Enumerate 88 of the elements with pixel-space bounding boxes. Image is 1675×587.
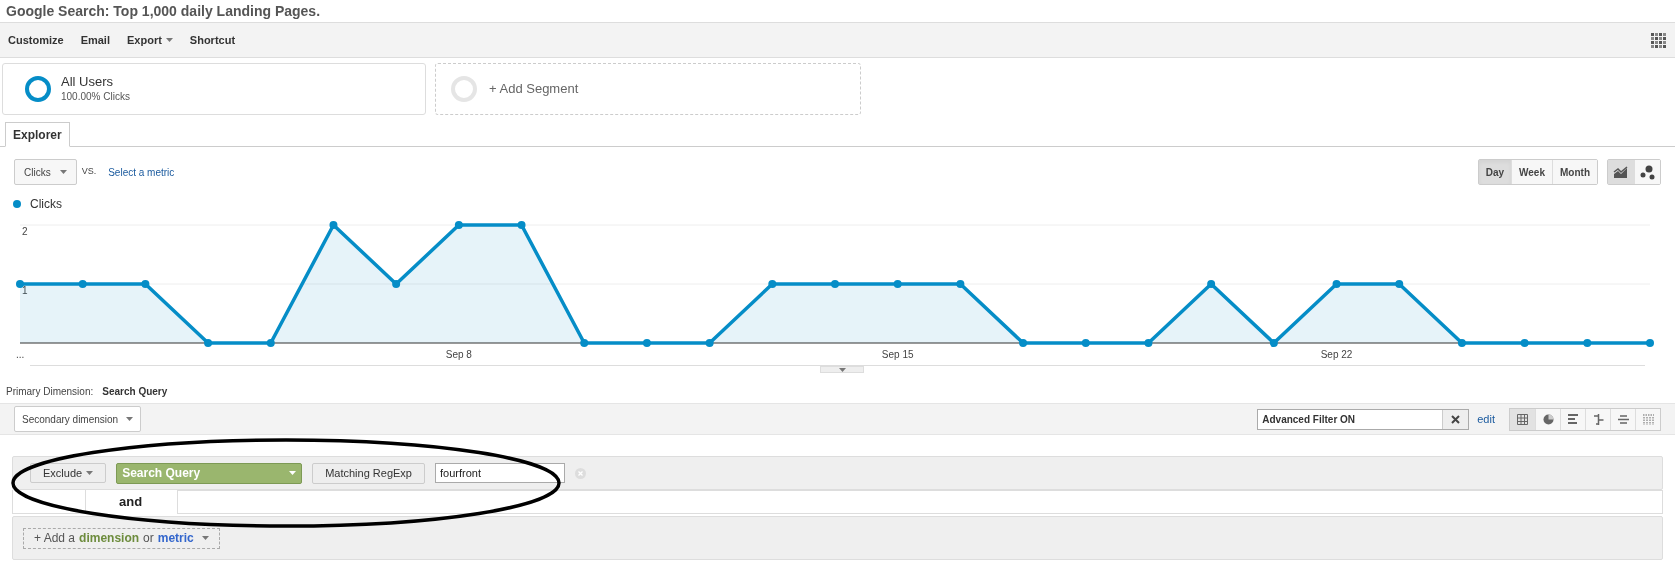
data-point xyxy=(1520,339,1529,347)
filter-value-field[interactable]: fourfront xyxy=(434,463,565,483)
chart-type-button[interactable] xyxy=(1634,160,1660,184)
collapse-handle[interactable] xyxy=(820,366,864,373)
data-point xyxy=(1269,339,1278,347)
toolbar-button[interactable]: Customize xyxy=(8,31,64,49)
bar-chart-icon xyxy=(1567,413,1579,425)
segment-card[interactable]: All Users 100.00% Clicks xyxy=(2,63,426,115)
view-button[interactable] xyxy=(1585,408,1610,430)
data-point xyxy=(454,221,463,229)
comparison-icon xyxy=(1592,413,1604,425)
view-button[interactable] xyxy=(1535,408,1560,430)
select-metric-link[interactable]: Select a metric xyxy=(108,164,175,180)
caret-icon xyxy=(838,367,846,372)
data-point xyxy=(329,221,338,229)
data-point xyxy=(1144,339,1153,347)
grid-icon xyxy=(1517,413,1528,425)
segment-detail: 100.00% Clicks xyxy=(61,90,130,104)
data-point xyxy=(517,221,526,229)
segment-ring-icon xyxy=(24,75,52,103)
data-point xyxy=(266,339,275,347)
tab[interactable]: Explorer xyxy=(5,122,70,147)
pie-chart-icon xyxy=(1542,413,1554,425)
y-tick-label: 2 xyxy=(22,226,28,237)
data-point xyxy=(1207,280,1216,288)
view-button[interactable] xyxy=(1510,408,1535,430)
exclude-dropdown[interactable]: Exclude xyxy=(30,463,107,483)
x-tick-label: Sep 15 xyxy=(881,349,914,360)
caret-icon xyxy=(165,38,173,42)
toolbar-button[interactable]: Email xyxy=(80,31,110,49)
data-point xyxy=(16,280,24,288)
edit-link[interactable]: edit xyxy=(1477,410,1495,428)
and-input-field[interactable] xyxy=(177,490,1663,514)
bubbles-icon xyxy=(1639,164,1656,180)
x-tick-label: Sep 22 xyxy=(1320,349,1353,360)
granularity-button[interactable]: Day xyxy=(1478,160,1512,184)
data-point xyxy=(893,280,902,288)
data-point xyxy=(392,280,401,288)
data-point xyxy=(1457,339,1466,347)
caret-icon xyxy=(201,536,209,540)
close-icon xyxy=(1451,414,1461,424)
caret-icon xyxy=(59,170,67,174)
pivot-icon xyxy=(1642,413,1654,425)
data-point xyxy=(1583,339,1592,347)
primary-dimension-label: Primary Dimension: xyxy=(6,384,94,399)
data-point xyxy=(1019,339,1028,347)
legend-label: Clicks xyxy=(30,196,62,213)
view-button[interactable] xyxy=(1610,408,1635,430)
clear-filter-button[interactable] xyxy=(1442,409,1469,429)
secondary-dimension-dropdown[interactable]: Secondary dimension xyxy=(14,406,142,432)
primary-dimension-value[interactable]: Search Query xyxy=(102,383,168,399)
x-tick-label: ... xyxy=(16,349,25,360)
view-button[interactable] xyxy=(1560,408,1585,430)
data-point xyxy=(768,280,777,288)
data-point xyxy=(1081,339,1090,347)
vs-label: VS. xyxy=(81,165,97,179)
segment-name: All Users xyxy=(61,74,114,89)
segment-ring-icon xyxy=(450,75,478,103)
and-label: and xyxy=(118,493,144,512)
chart-type-button[interactable] xyxy=(1608,160,1634,184)
data-point xyxy=(141,280,150,288)
granularity-button[interactable]: Week xyxy=(1511,160,1552,184)
data-point xyxy=(831,280,839,288)
grid-icon[interactable] xyxy=(1650,31,1667,49)
metric-dropdown[interactable]: Clicks xyxy=(14,159,77,185)
caret-icon xyxy=(289,471,297,475)
x-tick-label: Sep 8 xyxy=(445,349,472,360)
add-dimension-button[interactable]: + Add a dimension or metric xyxy=(23,527,220,549)
data-point xyxy=(78,280,87,288)
data-point xyxy=(1395,280,1404,288)
caret-icon xyxy=(126,417,134,421)
data-point xyxy=(1646,339,1654,347)
toolbar-button[interactable]: Export xyxy=(127,31,173,49)
data-point xyxy=(580,339,589,347)
data-point xyxy=(204,339,213,347)
line-chart-icon xyxy=(1613,165,1629,179)
add-segment-button[interactable]: + Add Segment xyxy=(435,63,861,115)
data-point xyxy=(705,339,714,347)
granularity-button[interactable]: Month xyxy=(1552,160,1597,184)
caret-icon xyxy=(86,471,94,475)
match-type-dropdown[interactable]: Matching RegExp xyxy=(312,462,425,484)
y-tick-label: 1 xyxy=(22,285,28,296)
data-point xyxy=(642,339,651,347)
filter-field[interactable]: Advanced Filter ON xyxy=(1257,408,1470,430)
toolbar-button[interactable]: Shortcut xyxy=(189,31,236,49)
data-point xyxy=(956,280,965,288)
data-point xyxy=(1332,280,1341,288)
report-title: Google Search: Top 1,000 daily Landing Pages. xyxy=(6,1,321,21)
